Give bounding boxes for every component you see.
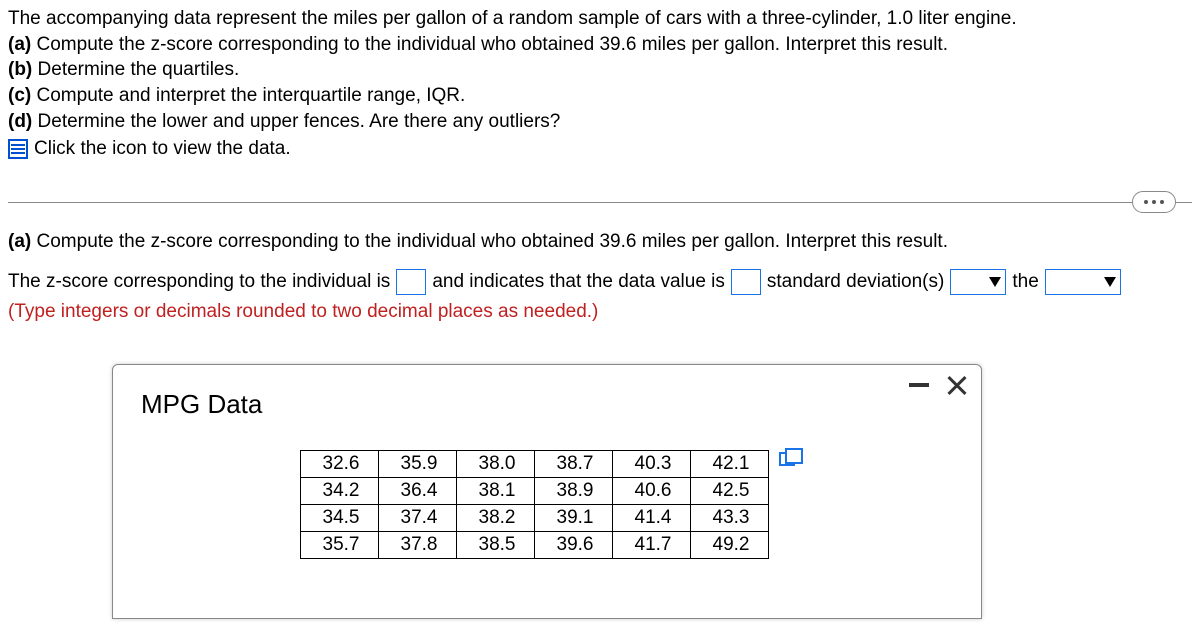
intro-text: The accompanying data represent the mile… xyxy=(8,6,1192,32)
minimize-icon[interactable] xyxy=(909,383,929,387)
mpg-data-modal: MPG Data 32.635.938.038.740.342.134.236.… xyxy=(112,364,982,619)
reference-dropdown[interactable] xyxy=(1045,269,1121,295)
part-d-label: (d) xyxy=(8,111,32,132)
part-b: (b) Determine the quartiles. xyxy=(8,57,1192,83)
data-table-icon[interactable] xyxy=(8,139,28,159)
rounding-hint: (Type integers or decimals rounded to tw… xyxy=(8,301,1192,323)
part-d-text: Determine the lower and upper fences. Ar… xyxy=(38,111,561,132)
answer-seg4: the xyxy=(1012,263,1038,301)
table-cell: 49.2 xyxy=(690,532,768,559)
table-cell: 41.7 xyxy=(612,532,690,559)
table-cell: 41.4 xyxy=(612,505,690,532)
table-cell: 42.1 xyxy=(690,451,768,478)
table-cell: 38.2 xyxy=(456,505,534,532)
copy-data-icon[interactable] xyxy=(779,452,795,466)
problem-statement: The accompanying data represent the mile… xyxy=(8,6,1192,162)
zscore-input[interactable] xyxy=(396,269,426,295)
chevron-down-icon xyxy=(1104,277,1116,287)
modal-title: MPG Data xyxy=(141,389,953,420)
part-a-heading-label: (a) xyxy=(8,231,31,252)
table-cell: 42.5 xyxy=(690,478,768,505)
answer-seg3: standard deviation(s) xyxy=(767,263,944,301)
part-a-heading: (a) Compute the z-score corresponding to… xyxy=(8,231,1192,253)
table-cell: 36.4 xyxy=(378,478,456,505)
table-cell: 38.1 xyxy=(456,478,534,505)
table-row: 35.737.838.539.641.749.2 xyxy=(300,532,768,559)
part-a-heading-text: Compute the z-score corresponding to the… xyxy=(37,231,948,252)
table-cell: 39.1 xyxy=(534,505,612,532)
part-c: (c) Compute and interpret the interquart… xyxy=(8,83,1192,109)
table-row: 34.537.438.239.141.443.3 xyxy=(300,505,768,532)
table-cell: 38.7 xyxy=(534,451,612,478)
table-cell: 38.0 xyxy=(456,451,534,478)
table-cell: 37.8 xyxy=(378,532,456,559)
table-cell: 34.2 xyxy=(300,478,378,505)
close-icon[interactable] xyxy=(947,375,967,395)
table-row: 32.635.938.038.740.342.1 xyxy=(300,451,768,478)
table-cell: 34.5 xyxy=(300,505,378,532)
part-a: (a) Compute the z-score corresponding to… xyxy=(8,32,1192,58)
chevron-down-icon xyxy=(989,277,1001,287)
part-b-text: Determine the quartiles. xyxy=(38,59,240,80)
section-divider xyxy=(8,202,1192,203)
answer-seg1: The z-score corresponding to the individ… xyxy=(8,263,390,301)
click-hint-text[interactable]: Click the icon to view the data. xyxy=(34,136,291,162)
part-c-label: (c) xyxy=(8,85,31,106)
table-cell: 35.9 xyxy=(378,451,456,478)
answer-sentence: The z-score corresponding to the individ… xyxy=(8,263,1192,301)
mpg-data-table: 32.635.938.038.740.342.134.236.438.138.9… xyxy=(300,450,769,559)
part-a-label: (a) xyxy=(8,34,31,55)
table-cell: 39.6 xyxy=(534,532,612,559)
more-menu-button[interactable] xyxy=(1132,191,1176,213)
table-cell: 40.6 xyxy=(612,478,690,505)
direction-dropdown[interactable] xyxy=(950,269,1006,295)
part-c-text: Compute and interpret the interquartile … xyxy=(37,85,466,106)
table-cell: 35.7 xyxy=(300,532,378,559)
table-cell: 43.3 xyxy=(690,505,768,532)
part-d: (d) Determine the lower and upper fences… xyxy=(8,109,1192,135)
table-cell: 40.3 xyxy=(612,451,690,478)
table-cell: 38.5 xyxy=(456,532,534,559)
answer-seg2: and indicates that the data value is xyxy=(432,263,725,301)
table-cell: 37.4 xyxy=(378,505,456,532)
stddev-count-input[interactable] xyxy=(731,269,761,295)
table-cell: 32.6 xyxy=(300,451,378,478)
part-b-label: (b) xyxy=(8,59,32,80)
part-a-text: Compute the z-score corresponding to the… xyxy=(37,34,948,55)
table-cell: 38.9 xyxy=(534,478,612,505)
table-row: 34.236.438.138.940.642.5 xyxy=(300,478,768,505)
